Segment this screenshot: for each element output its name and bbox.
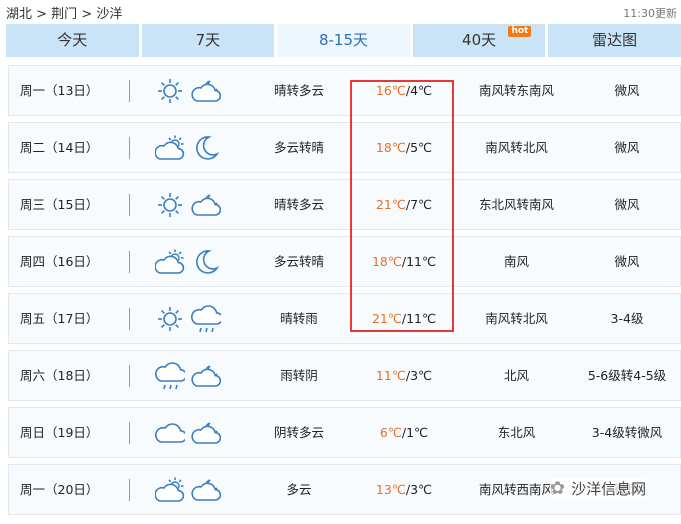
tab-bar: 今天 7天 8-15天 40天 hot 雷达图 [6, 24, 681, 57]
divider [129, 137, 130, 159]
wind-direction: 南风转东南风 [478, 83, 554, 98]
forecast-list: 周一（13日） 晴转多云 16℃/4℃ 南风转东南风 微风 周二（14日） 多云转… [8, 65, 681, 521]
tab-label: 今天 [57, 31, 88, 49]
forecast-row: 周日（19日） 阴转多云 6℃/1℃ 东北风 3-4级转微风 [8, 407, 681, 458]
weather-desc: 晴转多云 [273, 197, 324, 212]
tab-7day[interactable]: 7天 [141, 24, 275, 57]
temp-low: /1℃ [401, 425, 429, 440]
wind-level: 3-4级 [610, 311, 644, 326]
wind-direction: 东北风 [497, 425, 536, 440]
divider [129, 308, 130, 330]
forecast-row: 周六（18日） 雨转阴 11℃/3℃ 北风 5-6级转4-5级 [8, 350, 681, 401]
wind-direction: 南风转北风 [485, 140, 548, 155]
day-label: 周三（15日） [20, 197, 99, 212]
temp-high: 6℃ [379, 425, 402, 440]
sun-icon [158, 307, 182, 331]
cloud-sun-icon [155, 135, 185, 160]
cloud-moon-icon [191, 365, 221, 387]
temperature: 6℃/1℃ [349, 408, 459, 457]
wind-level: 3-4级转微风 [591, 425, 663, 440]
day-label: 周五（17日） [20, 311, 99, 326]
cloud-moon-icon [191, 479, 221, 501]
temp-high: 13℃ [375, 482, 406, 497]
tab-today[interactable]: 今天 [6, 24, 139, 57]
forecast-row: 周四（16日） 多云转晴 18℃/11℃ 南风 微风 [8, 236, 681, 287]
divider [129, 194, 130, 216]
weather-desc: 多云转晴 [273, 140, 324, 155]
wind-direction: 北风 [503, 368, 529, 383]
cloud-rain-icon [191, 305, 221, 333]
divider [129, 479, 130, 501]
weather-desc: 多云转晴 [273, 254, 324, 269]
temperature: 11℃/3℃ [349, 351, 459, 400]
wind-level: 微风 [614, 140, 640, 155]
tab-label: 8-15天 [318, 31, 368, 49]
weather-desc: 多云 [286, 482, 312, 497]
day-label: 周四（16日） [20, 254, 99, 269]
divider [129, 80, 130, 102]
breadcrumb[interactable]: 湖北 > 荆门 > 沙洋 [6, 3, 122, 22]
forecast-row: 周五（17日） 晴转雨 21℃/11℃ 南风转北风 3-4级 [8, 293, 681, 344]
wechat-icon: ✿ [550, 478, 566, 499]
cloud-rain-icon [155, 362, 185, 390]
tab-8-15day[interactable]: 8-15天 [277, 24, 410, 57]
tab-40day[interactable]: 40天 hot [412, 24, 546, 57]
weather-desc: 晴转雨 [280, 311, 318, 326]
wind-direction: 东北风转南风 [478, 197, 554, 212]
divider [129, 365, 130, 387]
cloud-moon-icon [191, 194, 221, 216]
cloud-sun-icon [155, 249, 185, 274]
day-label: 周二（14日） [20, 140, 99, 155]
temp-low: /3℃ [405, 368, 433, 383]
day-label: 周日（19日） [20, 425, 99, 440]
tab-radar[interactable]: 雷达图 [548, 24, 681, 57]
wind-level: 5-6级转4-5级 [587, 368, 667, 383]
wind-direction: 南风 [503, 254, 529, 269]
watermark-text: 沙洋信息网 [571, 480, 647, 498]
temp-high: 11℃ [375, 368, 406, 383]
forecast-row: 周三（15日） 晴转多云 21℃/7℃ 东北风转南风 微风 [8, 179, 681, 230]
tab-label: 雷达图 [592, 31, 638, 49]
day-label: 周一（13日） [20, 83, 99, 98]
hot-badge: hot [508, 26, 532, 37]
moon-icon [196, 250, 220, 274]
divider [129, 422, 130, 444]
highlight-box [350, 80, 454, 332]
cloud-moon-icon [191, 80, 221, 102]
moon-icon [196, 136, 220, 160]
temp-low: /3℃ [405, 482, 433, 497]
cloud-icon [155, 423, 185, 443]
update-time: 11:30更新 [623, 7, 677, 20]
temperature: 13℃/3℃ [349, 465, 459, 514]
forecast-row: 周一（13日） 晴转多云 16℃/4℃ 南风转东南风 微风 [8, 65, 681, 116]
weather-desc: 阴转多云 [273, 425, 324, 440]
tab-label: 7天 [195, 31, 221, 49]
day-label: 周一（20日） [20, 482, 99, 497]
cloud-moon-icon [191, 422, 221, 444]
wind-direction: 南风转北风 [485, 311, 548, 326]
weather-desc: 雨转阴 [280, 368, 318, 383]
tab-label: 40天 [462, 31, 497, 49]
weather-desc: 晴转多云 [273, 83, 324, 98]
forecast-row: 周二（14日） 多云转晴 18℃/5℃ 南风转北风 微风 [8, 122, 681, 173]
cloud-sun-icon [155, 477, 185, 502]
day-label: 周六（18日） [20, 368, 99, 383]
wind-level: 微风 [614, 197, 640, 212]
wind-level: 微风 [614, 254, 640, 269]
watermark: ✿ 沙洋信息网 [550, 478, 647, 499]
divider [129, 251, 130, 273]
wind-level: 微风 [614, 83, 640, 98]
sun-icon [158, 193, 182, 217]
sun-icon [158, 79, 182, 103]
